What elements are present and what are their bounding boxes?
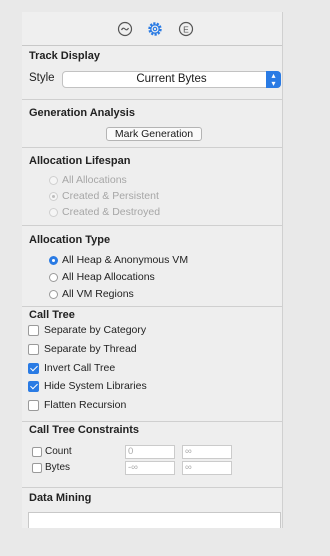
inspector-panel: E Track Display Style Current Bytes ▴ ▾ G… bbox=[22, 12, 283, 528]
clock-icon[interactable] bbox=[116, 20, 134, 38]
checkbox[interactable] bbox=[28, 324, 39, 336]
checkbox[interactable] bbox=[28, 362, 39, 374]
generation-analysis-title: Generation Analysis bbox=[29, 107, 135, 119]
call-tree-constraints-section: Call Tree Constraints Count Bytes 0 ∞ -∞… bbox=[22, 422, 282, 488]
allocation-lifespan-section: Allocation Lifespan All Allocations Crea… bbox=[22, 148, 282, 226]
separate-by-thread-option[interactable]: Separate by Thread bbox=[28, 343, 137, 355]
type-option-heap-vm[interactable]: All Heap & Anonymous VM bbox=[49, 254, 188, 266]
hide-system-libraries-option[interactable]: Hide System Libraries bbox=[28, 380, 147, 392]
extended-detail-icon[interactable]: E bbox=[177, 20, 195, 38]
type-option-heap[interactable]: All Heap Allocations bbox=[49, 271, 155, 283]
allocation-lifespan-title: Allocation Lifespan bbox=[29, 155, 131, 167]
style-popup[interactable]: Current Bytes ▴ ▾ bbox=[62, 71, 281, 88]
checkbox[interactable] bbox=[28, 343, 39, 355]
checkbox[interactable] bbox=[32, 446, 42, 457]
allocation-type-section: Allocation Type All Heap & Anonymous VM … bbox=[22, 226, 282, 307]
flatten-recursion-option[interactable]: Flatten Recursion bbox=[28, 399, 126, 411]
checkbox[interactable] bbox=[32, 462, 42, 473]
bytes-constraint[interactable]: Bytes bbox=[32, 462, 70, 473]
bytes-min-field[interactable]: -∞ bbox=[125, 461, 175, 475]
checkbox[interactable] bbox=[28, 399, 39, 411]
radio-button[interactable] bbox=[49, 290, 58, 299]
count-min-field[interactable]: 0 bbox=[125, 445, 175, 459]
radio-button[interactable] bbox=[49, 207, 58, 217]
lifespan-option-persistent[interactable]: Created & Persistent bbox=[49, 190, 159, 202]
data-mining-title: Data Mining bbox=[29, 492, 92, 504]
mark-generation-button[interactable]: Mark Generation bbox=[106, 127, 202, 141]
radio-button[interactable] bbox=[49, 272, 58, 282]
call-tree-constraints-title: Call Tree Constraints bbox=[29, 424, 140, 436]
svg-text:E: E bbox=[183, 24, 189, 34]
allocation-type-title: Allocation Type bbox=[29, 234, 111, 246]
separate-by-category-option[interactable]: Separate by Category bbox=[28, 324, 146, 336]
radio-button[interactable] bbox=[49, 175, 58, 185]
call-tree-title: Call Tree bbox=[29, 309, 75, 321]
data-mining-input[interactable] bbox=[28, 512, 281, 528]
checkbox[interactable] bbox=[28, 380, 39, 392]
chevron-up-down-icon: ▴ ▾ bbox=[266, 71, 281, 88]
lifespan-option-destroyed[interactable]: Created & Destroyed bbox=[49, 206, 160, 218]
count-max-field[interactable]: ∞ bbox=[182, 445, 232, 459]
lifespan-option-all[interactable]: All Allocations bbox=[49, 174, 127, 186]
style-popup-value: Current Bytes bbox=[136, 73, 207, 85]
invert-call-tree-option[interactable]: Invert Call Tree bbox=[28, 362, 115, 374]
style-label: Style bbox=[29, 72, 55, 84]
radio-button[interactable] bbox=[49, 191, 58, 201]
bytes-max-field[interactable]: ∞ bbox=[182, 461, 232, 475]
track-display-title: Track Display bbox=[29, 50, 100, 62]
type-option-vm[interactable]: All VM Regions bbox=[49, 288, 134, 299]
count-constraint[interactable]: Count bbox=[32, 446, 72, 457]
gear-icon[interactable] bbox=[146, 20, 164, 38]
radio-button[interactable] bbox=[49, 255, 58, 265]
call-tree-section: Call Tree Separate by Category Separate … bbox=[22, 307, 282, 422]
inspector-tab-bar: E bbox=[22, 12, 282, 46]
